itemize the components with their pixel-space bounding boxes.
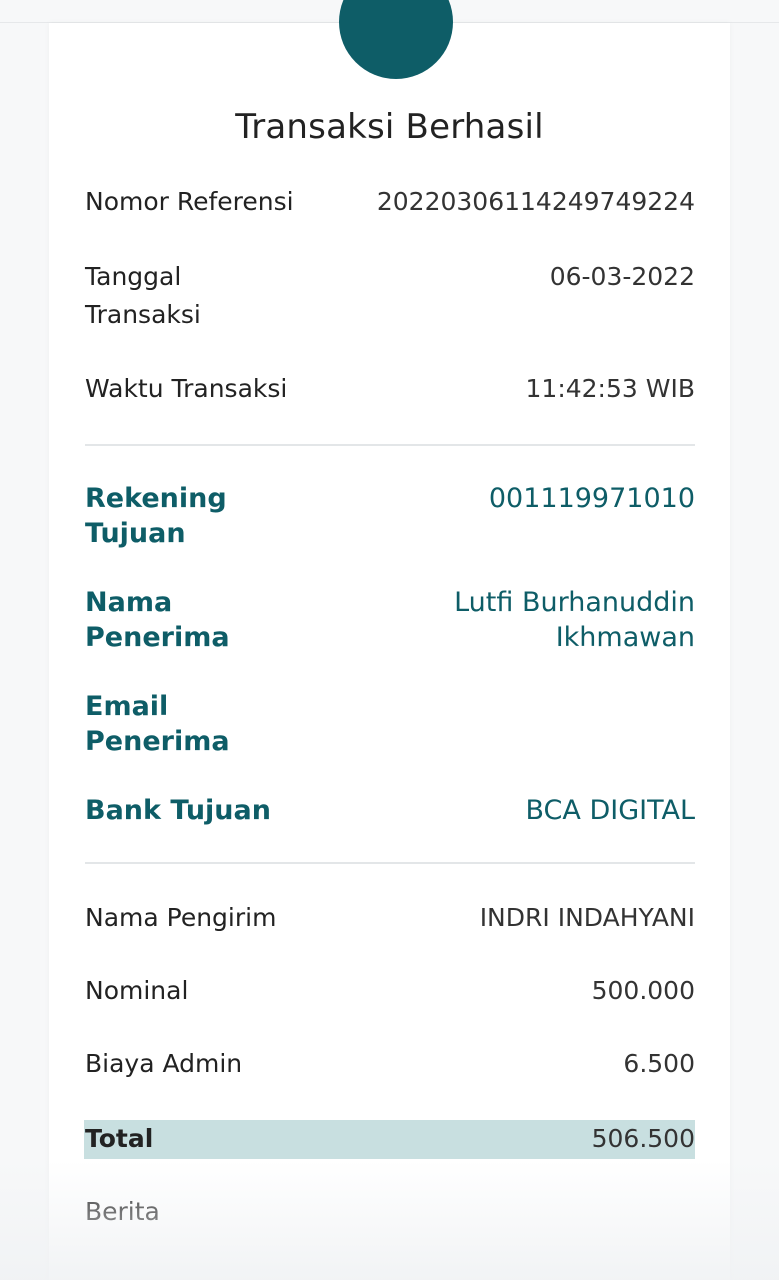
success-badge xyxy=(339,0,453,79)
destination-account-label: Rekening Tujuan xyxy=(85,483,227,549)
destination-bank-value: BCA DIGITAL xyxy=(525,795,695,826)
check-icon xyxy=(339,0,453,79)
divider xyxy=(85,862,695,864)
date-label: Tanggal Transaksi xyxy=(85,262,201,329)
total-label: Total xyxy=(85,1124,154,1153)
receipt-card: Transaksi Berhasil Nomor Referensi 20220… xyxy=(49,0,730,1280)
total-value: 506.500 xyxy=(591,1124,695,1153)
recipient-email-label: Email Penerima xyxy=(85,691,230,757)
admin-fee-value: 6.500 xyxy=(623,1049,695,1078)
nominal-value: 500.000 xyxy=(591,976,695,1005)
reference-value: 20220306114249749224 xyxy=(376,187,695,216)
nominal-label: Nominal xyxy=(85,976,189,1005)
note-label: Berita xyxy=(85,1197,160,1226)
recipient-name-value: Lutfi Burhanuddin Ikhmawan xyxy=(454,587,695,653)
page-title: Transaksi Berhasil xyxy=(235,107,544,147)
divider xyxy=(85,444,695,446)
admin-fee-label: Biaya Admin xyxy=(85,1049,243,1078)
destination-account-value: 001119971010 xyxy=(488,483,695,514)
sender-value: INDRI INDAHYANI xyxy=(479,903,695,932)
recipient-name-label: Nama Penerima xyxy=(85,587,230,653)
time-value: 11:42:53 WIB xyxy=(525,374,695,403)
date-value: 06-03-2022 xyxy=(549,262,695,291)
